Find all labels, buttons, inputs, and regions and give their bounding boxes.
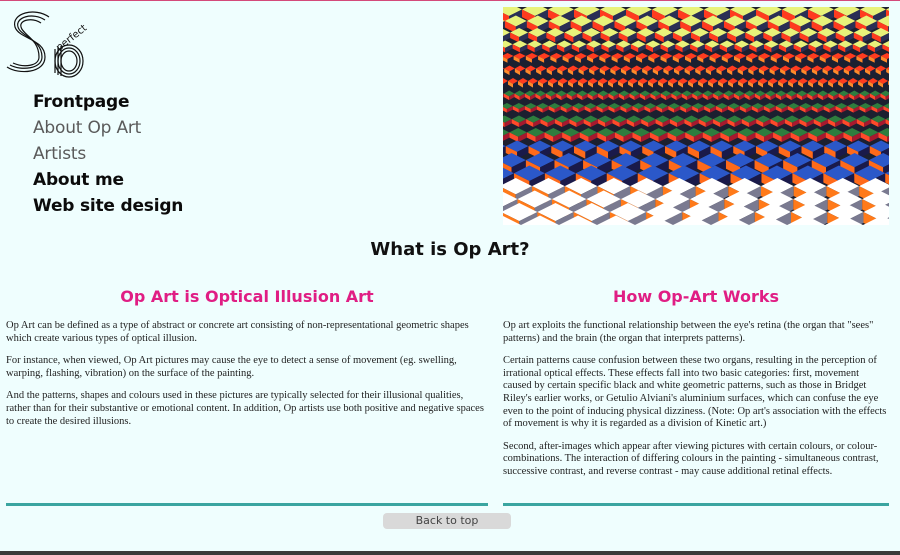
bottom-bar [0, 551, 900, 555]
hero-op-art-image [503, 7, 889, 225]
right-column: How Op-Art Works Op art exploits the fun… [503, 287, 889, 489]
left-paragraph-2: For instance, when viewed, Op Art pictur… [6, 355, 457, 379]
page-title: What is Op Art? [370, 239, 530, 260]
left-paragraph-3: And the patterns, shapes and colours use… [6, 390, 484, 427]
nav-item-about-me[interactable]: About me [33, 167, 183, 193]
right-divider [503, 503, 889, 506]
so-perfect-logo-icon: perfect [6, 11, 89, 78]
right-paragraph-3: Second, after-images which appear after … [503, 440, 879, 477]
left-column: Op Art is Optical Illusion Art Op Art ca… [6, 287, 488, 438]
site-logo[interactable]: perfect [5, 9, 89, 79]
left-column-heading: Op Art is Optical Illusion Art [120, 287, 374, 306]
op-art-cubes-image [503, 7, 889, 225]
left-paragraph-1: Op Art can be defined as a type of abstr… [6, 320, 469, 344]
left-divider [6, 503, 488, 506]
right-column-heading: How Op-Art Works [612, 287, 780, 306]
main-navigation: Frontpage About Op Art Artists About me … [33, 89, 183, 219]
right-paragraph-1: Op art exploits the functional relations… [503, 320, 874, 344]
logo-small-text: perfect [54, 23, 87, 54]
back-to-top-button[interactable]: Back to top [383, 513, 511, 529]
nav-item-about-op-art[interactable]: About Op Art [33, 115, 183, 141]
nav-item-web-site-design[interactable]: Web site design [33, 193, 183, 219]
nav-item-artists[interactable]: Artists [33, 141, 183, 167]
right-paragraph-2: Certain patterns cause confusion between… [503, 355, 887, 430]
nav-item-frontpage[interactable]: Frontpage [33, 89, 183, 115]
